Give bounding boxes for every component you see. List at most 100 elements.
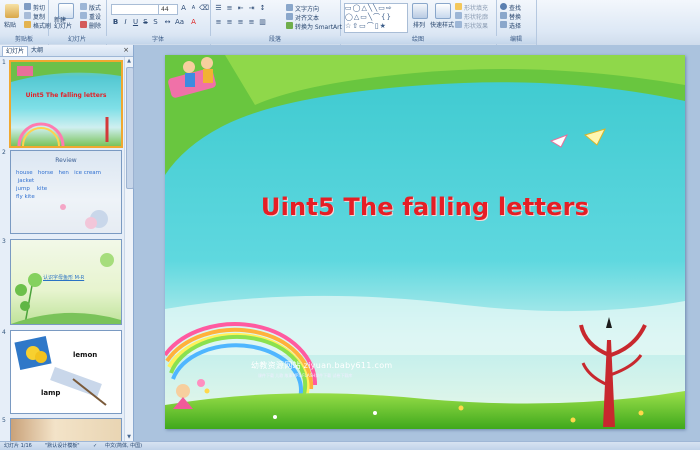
reset-icon[interactable] xyxy=(80,12,87,19)
format-painter-icon[interactable] xyxy=(24,21,31,28)
bullets-icon[interactable]: ☰ xyxy=(214,4,223,13)
scrollbar-thumb[interactable] xyxy=(126,67,134,189)
slide-editing-area: Uint5 The falling letters 幼教资源网站 ziyuan.… xyxy=(134,45,700,441)
align-right-icon[interactable]: ≡ xyxy=(236,18,245,27)
tab-slides[interactable]: 幻灯片 xyxy=(2,46,29,56)
reset-button[interactable]: 重设 xyxy=(89,12,101,21)
cut-icon[interactable] xyxy=(24,3,31,10)
align-left-icon[interactable]: ≡ xyxy=(214,18,223,27)
scroll-up-icon[interactable]: ▲ xyxy=(125,57,133,65)
increase-indent-icon[interactable]: ⇥ xyxy=(247,4,256,13)
layout-icon[interactable] xyxy=(80,3,87,10)
align-text-button[interactable]: 对齐文本 xyxy=(295,13,319,22)
thumbnail-scrollbar[interactable]: ▲ ▼ xyxy=(124,57,134,441)
shape-fill-button[interactable]: 形状填充 xyxy=(464,3,488,12)
columns-icon[interactable]: ▥ xyxy=(258,18,267,27)
new-slide-button[interactable]: 新建 幻灯片 xyxy=(54,18,72,30)
delete-icon[interactable] xyxy=(80,21,87,28)
numbering-icon[interactable]: ≡ xyxy=(225,4,234,13)
slides-group-label: 幻灯片 xyxy=(48,36,106,44)
shape-outline-icon[interactable] xyxy=(455,12,462,19)
editing-group: 查找 替换 选择 编辑 xyxy=(496,0,537,45)
shape-effects-button[interactable]: 形状效果 xyxy=(464,21,488,30)
drawing-group: ▭◯△╲╲▭⇨ ◯△▭╲⌒{} ☆⇧▭⌒▯★ 排列 快速样式 形状填充 形状轮廓 形… xyxy=(340,0,497,45)
scroll-down-icon[interactable]: ▼ xyxy=(125,433,133,441)
watermark-text: 幼教资源网站 ziyuan.baby611.com xyxy=(251,361,393,370)
slide-background xyxy=(165,55,685,429)
shape-outline-button[interactable]: 形状轮廓 xyxy=(464,12,488,21)
slide-number: 3 xyxy=(2,238,6,245)
slide-number: 2 xyxy=(2,149,6,156)
drawing-group-label: 绘图 xyxy=(340,36,496,44)
arrange-button[interactable]: 排列 xyxy=(413,20,425,29)
copy-icon[interactable] xyxy=(24,12,31,19)
slide-number: 1 xyxy=(2,59,6,66)
bold-icon[interactable]: B xyxy=(111,18,120,27)
close-icon[interactable]: × xyxy=(123,46,129,54)
char-spacing-icon[interactable]: ↔ xyxy=(163,18,172,27)
quick-styles-button[interactable]: 快速样式 xyxy=(430,20,454,29)
grow-font-icon[interactable]: A xyxy=(179,4,188,13)
underline-icon[interactable]: U xyxy=(131,18,140,27)
font-name-field[interactable] xyxy=(111,4,159,15)
pane-tabs: 幻灯片 大纲 × xyxy=(0,45,133,57)
slide-number: 5 xyxy=(2,417,6,424)
paste-button[interactable]: 粘贴 xyxy=(4,20,16,29)
shape-effects-icon[interactable] xyxy=(455,21,462,28)
text-direction-button[interactable]: 文字方向 xyxy=(295,4,319,13)
shapes-gallery[interactable]: ▭◯△╲╲▭⇨ ◯△▭╲⌒{} ☆⇧▭⌒▯★ xyxy=(344,3,408,33)
shrink-font-icon[interactable]: A xyxy=(189,4,198,13)
find-button[interactable]: 查找 xyxy=(509,3,521,12)
watermark-subtext: 课件下载 儿歌 故事MP3 FLASH课件下载 试卷下载库 xyxy=(258,373,353,378)
strikethrough-icon[interactable]: S xyxy=(141,18,150,27)
line-spacing-icon[interactable]: ↕ xyxy=(258,4,267,13)
ribbon: 粘贴 剪切 复制 格式刷 剪贴板 新建 幻灯片 版式 重设 删除 幻灯片 44 … xyxy=(0,0,700,46)
paragraph-group: ☰ ≡ ⇤ ⇥ ↕ 文字方向 ≡ ≡ ≡ ≡ ▥ 对齐文本 转换为 SmartA… xyxy=(210,0,342,45)
find-icon[interactable] xyxy=(500,3,507,10)
change-case-icon[interactable]: Aa xyxy=(175,18,184,27)
paste-icon[interactable] xyxy=(5,4,19,18)
paragraph-group-label: 段落 xyxy=(210,36,340,44)
copy-button[interactable]: 复制 xyxy=(33,12,45,21)
font-size-field[interactable]: 44 xyxy=(158,4,178,15)
slide-title[interactable]: Uint5 The falling letters xyxy=(165,193,685,221)
thumb-4-word-lamp: lamp xyxy=(41,389,61,397)
slides-group: 新建 幻灯片 版式 重设 删除 幻灯片 xyxy=(48,0,107,45)
align-center-icon[interactable]: ≡ xyxy=(225,18,234,27)
select-button[interactable]: 选择 xyxy=(509,21,521,30)
editing-group-label: 编辑 xyxy=(496,36,536,44)
slide-number: 4 xyxy=(2,329,6,336)
clear-format-icon[interactable]: ⌫ xyxy=(199,4,209,13)
quick-styles-icon[interactable] xyxy=(435,3,451,19)
thumb-1-title: Uint5 The falling letters xyxy=(25,92,107,99)
thumb-4-word-lemon: lemon xyxy=(73,351,98,359)
thumb-3-title: 认识字母鱼形 M-R xyxy=(43,275,85,281)
align-text-icon[interactable] xyxy=(286,13,293,20)
delete-button[interactable]: 删除 xyxy=(89,21,101,30)
shape-fill-icon[interactable] xyxy=(455,3,462,10)
tab-outline[interactable]: 大纲 xyxy=(28,46,46,55)
select-icon[interactable] xyxy=(500,21,507,28)
font-group-label: 字体 xyxy=(106,36,210,44)
replace-button[interactable]: 替换 xyxy=(509,12,521,21)
thumb-4-art xyxy=(14,335,107,406)
text-direction-icon[interactable] xyxy=(286,4,293,11)
replace-icon[interactable] xyxy=(500,12,507,19)
clipboard-group-label: 剪贴板 xyxy=(0,36,48,44)
cut-button[interactable]: 剪切 xyxy=(33,3,45,12)
thumb-3-art xyxy=(11,253,121,324)
justify-icon[interactable]: ≡ xyxy=(247,18,256,27)
current-slide[interactable]: Uint5 The falling letters 幼教资源网站 ziyuan.… xyxy=(165,55,685,429)
layout-button[interactable]: 版式 xyxy=(89,3,101,12)
clipboard-group: 粘贴 剪切 复制 格式刷 剪贴板 xyxy=(0,0,51,45)
slides-pane: 幻灯片 大纲 × 1 Uint5 The falling letters 2 R… xyxy=(0,45,134,442)
font-color-icon[interactable]: A xyxy=(189,18,198,27)
shadow-icon[interactable]: S xyxy=(151,18,160,27)
smartart-button[interactable]: 转换为 SmartArt xyxy=(295,22,342,31)
font-group: 44 A A ⌫ B I U S S ↔ Aa A 字体 xyxy=(106,0,211,45)
thumb-2-art xyxy=(60,204,108,229)
decrease-indent-icon[interactable]: ⇤ xyxy=(236,4,245,13)
italic-icon[interactable]: I xyxy=(121,18,130,27)
smartart-icon[interactable] xyxy=(286,22,293,29)
arrange-icon[interactable] xyxy=(412,3,428,19)
